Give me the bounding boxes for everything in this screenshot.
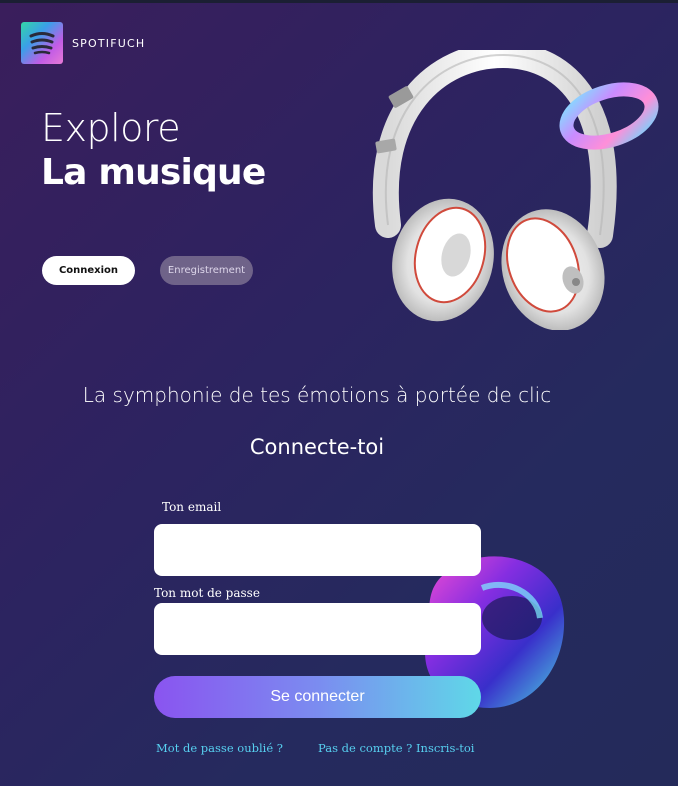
email-label: Ton email xyxy=(162,500,222,514)
tab-connexion[interactable]: Connexion xyxy=(42,256,135,285)
brand-logo-icon[interactable] xyxy=(21,22,63,64)
password-label: Ton mot de passe xyxy=(154,586,260,600)
forgot-password-link[interactable]: Mot de passe oublié ? xyxy=(156,741,283,755)
login-submit-button[interactable]: Se connecter xyxy=(154,676,481,718)
brand-name: SPOTIFUCH xyxy=(72,37,146,50)
password-field[interactable] xyxy=(154,603,481,655)
holographic-ring-decoration xyxy=(559,82,659,150)
email-field[interactable] xyxy=(154,524,481,576)
tab-enregistrement[interactable]: Enregistrement xyxy=(160,256,253,285)
hero-title-line1: Explore xyxy=(41,106,181,150)
top-border xyxy=(0,0,678,3)
sound-wave-icon xyxy=(284,472,342,498)
hero-title-line2: La musique xyxy=(41,152,266,193)
form-title: Connecte-toi xyxy=(249,435,385,459)
tagline: La symphonie de tes émotions à portée de… xyxy=(82,383,552,407)
signup-link[interactable]: Pas de compte ? Inscris-toi xyxy=(318,741,474,755)
